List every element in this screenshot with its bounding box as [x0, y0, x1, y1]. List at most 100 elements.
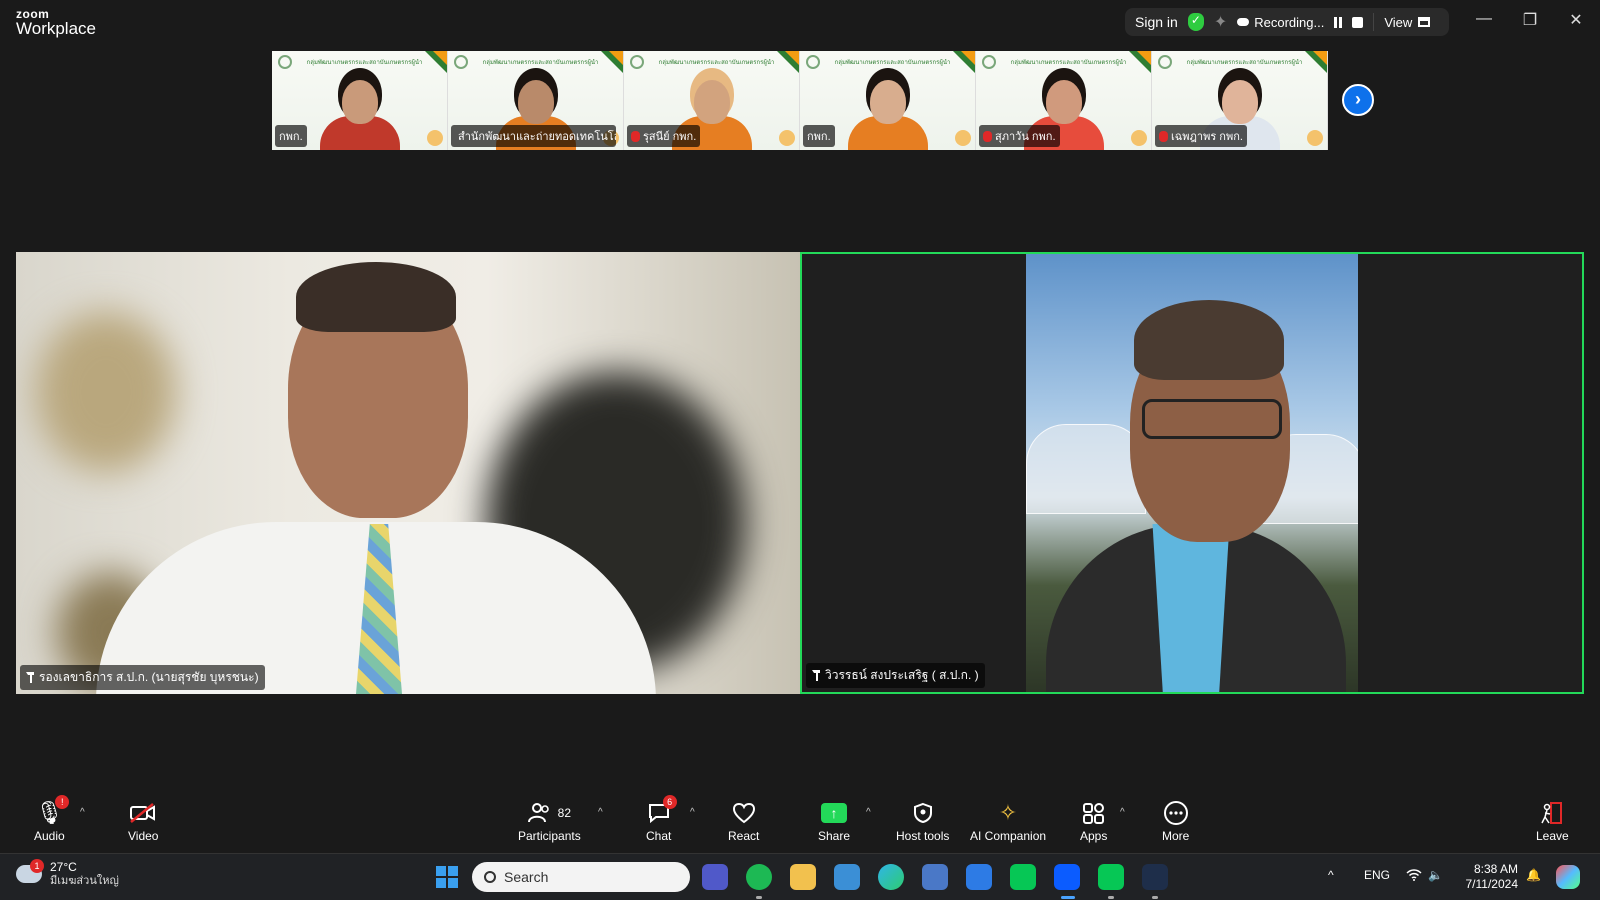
organization-seal-icon — [630, 55, 644, 69]
organization-seal-icon — [982, 55, 996, 69]
participant-thumbnail[interactable]: กลุ่มพัฒนาเกษตรกรและสถาบันเกษตรกรผู้นำ กพ… — [800, 51, 976, 150]
search-placeholder: Search — [504, 869, 549, 885]
waves-app-icon[interactable] — [1142, 864, 1168, 890]
cartoon-mascot-icon — [955, 130, 971, 146]
share-screen-button[interactable]: ↑ Share — [818, 799, 850, 843]
participant-thumbnail[interactable]: กลุ่มพัฒนาเกษตรกรและสถาบันเกษตรกรผู้นำ กพ… — [272, 51, 448, 150]
pin-icon — [26, 672, 34, 683]
ai-companion-label: AI Companion — [970, 829, 1047, 843]
chat-button[interactable]: 6 Chat — [646, 795, 677, 843]
microsoft-store-icon[interactable] — [922, 864, 948, 890]
pause-recording-icon[interactable] — [1334, 16, 1343, 28]
apps-options-caret-icon[interactable]: ^ — [1120, 807, 1125, 818]
sign-in-button[interactable]: Sign in — [1135, 14, 1178, 30]
shield-icon — [912, 799, 934, 827]
video-button[interactable]: Video — [128, 799, 158, 843]
zoom-app-icon[interactable] — [1054, 864, 1080, 890]
spotify-app-icon[interactable] — [746, 864, 772, 890]
video-tile-speaker-right[interactable]: วิวรรธน์ สงประเสริฐ ( ส.ป.ก. ) — [800, 252, 1584, 694]
audio-options-caret-icon[interactable]: ^ — [80, 807, 85, 818]
weather-condition: มีเมฆส่วนใหญ่ — [50, 875, 119, 887]
teams-app-icon[interactable] — [702, 864, 728, 890]
ai-sparkle-icon[interactable]: ✦ — [1214, 12, 1227, 32]
system-clock[interactable]: 8:38 AM 7/11/2024 — [1456, 862, 1519, 892]
cloud-icon — [1237, 18, 1250, 26]
edge-browser-icon[interactable] — [878, 864, 904, 890]
share-label: Share — [818, 829, 851, 843]
chat-label: Chat — [646, 829, 672, 843]
muted-microphone-icon — [1159, 130, 1168, 142]
weather-widget[interactable]: 1 27°C มีเมฆส่วนใหญ่ — [16, 859, 119, 888]
volume-icon[interactable]: 🔈 — [1428, 868, 1443, 882]
organization-seal-icon — [278, 55, 292, 69]
logo-workplace-text: Workplace — [16, 19, 96, 38]
audio-button[interactable]: 🎙! Audio — [34, 795, 70, 843]
show-hidden-icons-chevron-icon[interactable]: ^ — [1328, 868, 1334, 882]
muted-microphone-icon — [631, 130, 640, 142]
running-indicator — [1152, 896, 1158, 899]
participant-thumbnail[interactable]: กลุ่มพัฒนาเกษตรกรและสถาบันเกษตรกรผู้นำ เฉ… — [1152, 51, 1328, 150]
desktop-app-icon[interactable] — [834, 864, 860, 890]
cartoon-mascot-icon — [1131, 130, 1147, 146]
minimize-icon[interactable]: — — [1472, 10, 1496, 28]
participant-thumbnail[interactable]: กลุ่มพัฒนาเกษตรกรและสถาบันเกษตรกรผู้นำ สำ… — [448, 51, 624, 150]
host-tools-label: Host tools — [896, 829, 950, 843]
participants-count: 82 — [557, 806, 572, 820]
next-page-chevron-icon[interactable]: › — [1342, 84, 1374, 116]
participant-name-text: กพก. — [279, 131, 303, 143]
notification-bell-icon[interactable]: 🔔 — [1526, 868, 1541, 882]
participant-face — [517, 80, 554, 124]
react-button[interactable]: React — [728, 799, 759, 843]
recording-label: Recording... — [1254, 14, 1325, 30]
taskbar-search-box[interactable]: Search — [472, 862, 690, 892]
participants-options-caret-icon[interactable]: ^ — [598, 807, 603, 818]
wifi-icon[interactable] — [1406, 868, 1422, 885]
banner-corner-accent — [1137, 51, 1151, 65]
apps-label: Apps — [1080, 829, 1108, 843]
apps-button[interactable]: Apps — [1080, 799, 1107, 843]
line-app-icon-2[interactable] — [1098, 864, 1124, 890]
background-greenhouse — [1026, 424, 1146, 514]
ai-companion-button[interactable]: ✧ AI Companion — [970, 799, 1046, 843]
line-app-icon[interactable] — [1010, 864, 1036, 890]
windows-taskbar: 1 27°C มีเมฆส่วนใหญ่ Search ^ ENG 🔈 8:38… — [0, 853, 1600, 900]
more-label: More — [1162, 829, 1190, 843]
chat-options-caret-icon[interactable]: ^ — [690, 807, 695, 818]
participant-name-label: สุภาวัน กพก. — [979, 125, 1060, 147]
more-button[interactable]: More — [1162, 799, 1189, 843]
mail-app-icon[interactable] — [966, 864, 992, 890]
video-tile-speaker-left[interactable]: รองเลขาธิการ ส.ป.ก. (นายสุรชัย บุหรชนะ) — [16, 252, 800, 694]
speaker-name-label-right: วิวรรธน์ สงประเสริฐ ( ส.ป.ก. ) — [806, 663, 985, 688]
participant-name-label: สำนักพัฒนาและถ่ายทอดเทคโนโลยี — [451, 125, 616, 147]
view-button[interactable]: View — [1384, 14, 1431, 30]
encryption-shield-icon[interactable] — [1187, 13, 1204, 31]
participants-button[interactable]: 82 Participants — [518, 799, 581, 843]
audio-label: Audio — [34, 829, 65, 843]
leave-label: Leave — [1536, 829, 1569, 843]
windows-start-icon[interactable] — [436, 866, 458, 888]
restore-icon[interactable]: ❐ — [1518, 10, 1542, 30]
cloud-weather-icon: 1 — [16, 859, 44, 883]
participant-thumbnail[interactable]: กลุ่มพัฒนาเกษตรกรและสถาบันเกษตรกรผู้นำ รุ… — [624, 51, 800, 150]
participant-name-text: เฉพฎาพร กพก. — [1171, 131, 1243, 143]
share-options-caret-icon[interactable]: ^ — [866, 807, 871, 818]
banner-corner-accent — [785, 51, 799, 65]
close-icon[interactable]: ✕ — [1564, 10, 1588, 30]
banner-corner-accent — [609, 51, 623, 65]
file-explorer-icon[interactable] — [790, 864, 816, 890]
leave-button[interactable]: Leave — [1536, 799, 1569, 843]
participant-figure — [847, 64, 928, 150]
language-indicator[interactable]: ENG — [1364, 868, 1390, 882]
speaker-name-text: วิวรรธน์ สงประเสริฐ ( ส.ป.ก. ) — [825, 668, 979, 682]
view-label: View — [1384, 14, 1413, 30]
speaker-hair — [296, 262, 456, 332]
blurred-background-object — [36, 312, 176, 472]
stop-recording-icon[interactable] — [1352, 16, 1364, 28]
host-tools-button[interactable]: Host tools — [896, 799, 949, 843]
participant-thumbnail[interactable]: กลุ่มพัฒนาเกษตรกรและสถาบันเกษตรกรผู้นำ สุ… — [976, 51, 1152, 150]
banner-corner-accent — [1313, 51, 1327, 65]
copilot-icon[interactable] — [1556, 865, 1580, 889]
participants-label: Participants — [518, 829, 581, 843]
react-label: React — [728, 829, 760, 843]
participant-name-text: กพก. — [807, 131, 831, 143]
